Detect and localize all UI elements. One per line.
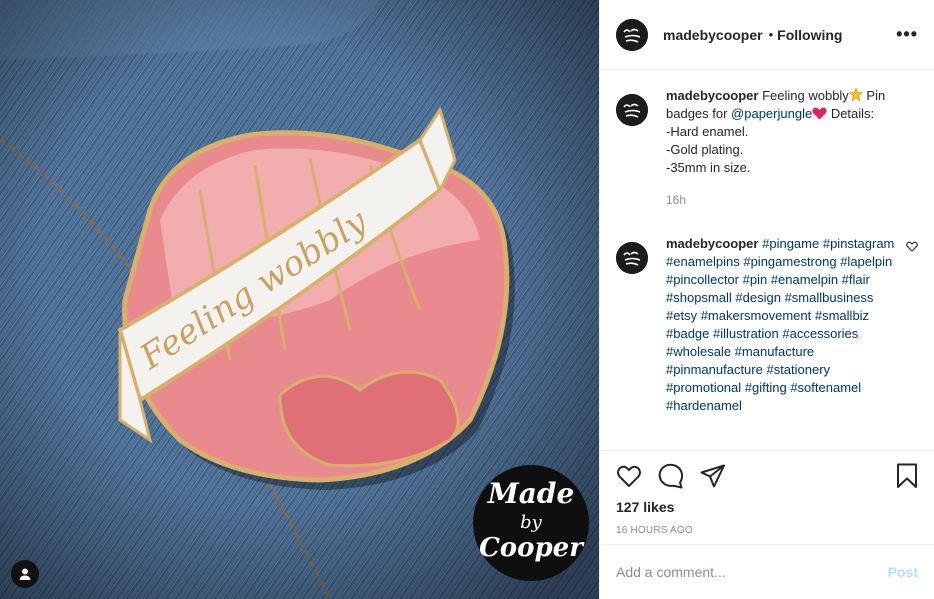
avatar[interactable]: [616, 94, 648, 126]
hashtag-link[interactable]: #pincollector: [666, 272, 739, 287]
caption-text-3: Details:: [827, 106, 875, 121]
avatar[interactable]: [616, 18, 648, 51]
hashtag-link[interactable]: #flair: [842, 272, 870, 287]
like-button[interactable]: [616, 464, 642, 488]
user-icon: [19, 568, 31, 580]
hashtag-link[interactable]: #enamelpin: [771, 272, 838, 287]
hashtag-link[interactable]: #makersmovement: [701, 308, 812, 323]
logo-text-by: by: [520, 512, 543, 533]
hashtag-link[interactable]: #promotional: [666, 380, 741, 395]
more-options-icon[interactable]: •••: [896, 24, 918, 45]
header-username[interactable]: madebycooper: [663, 27, 763, 43]
save-button[interactable]: [896, 463, 918, 489]
caption-comment: madebycooper Feeling wobbly Pin badges f…: [616, 87, 918, 209]
post-actions: 127 likes 16 HOURS AGO: [600, 450, 934, 545]
bookmark-icon: [897, 463, 917, 488]
hashtag-comment: madebycooper #pingame #pinstagram #ename…: [616, 235, 918, 415]
caption-time[interactable]: 16h: [666, 191, 906, 209]
caption-mention-link[interactable]: @paperjungle: [731, 106, 812, 121]
caption-username[interactable]: madebycooper: [666, 88, 758, 103]
hashtag-link[interactable]: #shopsmall: [666, 290, 732, 305]
hashtag-link[interactable]: #smallbiz: [815, 308, 869, 323]
post-timestamp[interactable]: 16 HOURS AGO: [616, 525, 918, 536]
hashtag-link[interactable]: #hardenamel: [666, 398, 742, 413]
hashtag-link[interactable]: #badge: [666, 326, 709, 341]
photo-image: Feeling wobbly Made by Cooper: [0, 0, 599, 599]
like-comment-heart-icon[interactable]: [906, 241, 918, 252]
post-sidebar: madebycooper • Following ••• madebycoope…: [599, 0, 934, 599]
hashtag-link[interactable]: #wholesale: [666, 344, 731, 359]
post-comment-button[interactable]: Post: [888, 564, 918, 580]
hashtag-link[interactable]: #pinmanufacture: [666, 362, 763, 377]
header-separator: •: [768, 27, 774, 42]
hashtag-link[interactable]: #pingamestrong: [743, 254, 836, 269]
madebycooper-logo-icon: [616, 94, 648, 126]
caption-line: -Hard enamel.: [666, 124, 749, 139]
hashtag-link[interactable]: #pin: [743, 272, 768, 287]
hashtag-link[interactable]: #etsy: [666, 308, 697, 323]
hashtag-comment-text: madebycooper #pingame #pinstagram #ename…: [666, 235, 906, 415]
hashtag-comment-username[interactable]: madebycooper: [666, 236, 758, 251]
following-button[interactable]: Following: [777, 27, 842, 43]
post-photo[interactable]: Feeling wobbly Made by Cooper: [0, 0, 599, 599]
caption-text: madebycooper Feeling wobbly Pin badges f…: [666, 87, 906, 209]
comment-button[interactable]: [658, 463, 684, 489]
hashtag-link[interactable]: #illustration: [713, 326, 779, 341]
comments-list[interactable]: madebycooper Feeling wobbly Pin badges f…: [600, 71, 934, 449]
hashtag-link[interactable]: #enamelpins: [666, 254, 740, 269]
hashtag-link[interactable]: #lapelpin: [840, 254, 892, 269]
instagram-post: Feeling wobbly Made by Cooper madebycoop…: [0, 0, 934, 599]
post-header: madebycooper • Following •••: [600, 0, 934, 70]
comment-icon: [658, 463, 684, 489]
madebycooper-logo-icon: [616, 18, 648, 51]
logo-text-made: Made: [487, 477, 575, 510]
hashtag-link[interactable]: #pinstagram: [823, 236, 895, 251]
paper-plane-icon: [700, 464, 725, 488]
caption-text-1: Feeling wobbly: [758, 88, 849, 103]
hashtag-link[interactable]: #accessories: [782, 326, 858, 341]
hashtag-link[interactable]: #gifting: [745, 380, 787, 395]
madebycooper-logo-icon: [616, 242, 648, 274]
dizzy-star-icon: [848, 87, 864, 102]
comment-input[interactable]: [616, 564, 888, 580]
hashtag-link[interactable]: #stationery: [766, 362, 830, 377]
logo-text-cooper: Cooper: [479, 533, 585, 563]
caption-line: -Gold plating.: [666, 142, 744, 157]
hashtag-link[interactable]: #pingame: [762, 236, 819, 251]
add-comment-bar: Post: [600, 544, 934, 599]
hashtag-link[interactable]: #design: [735, 290, 781, 305]
avatar[interactable]: [616, 242, 648, 274]
hashtag-link[interactable]: #softenamel: [790, 380, 861, 395]
hashtag-link[interactable]: #manufacture: [735, 344, 815, 359]
share-button[interactable]: [700, 464, 726, 488]
action-icons: [616, 451, 918, 497]
likes-count[interactable]: 127 likes: [616, 499, 918, 515]
caption-line: -35mm in size.: [666, 160, 751, 175]
hashtag-link[interactable]: #smallbusiness: [785, 290, 874, 305]
heart-icon: [617, 465, 641, 488]
red-heart-icon: [812, 107, 827, 120]
tagged-user-button[interactable]: [11, 560, 39, 588]
